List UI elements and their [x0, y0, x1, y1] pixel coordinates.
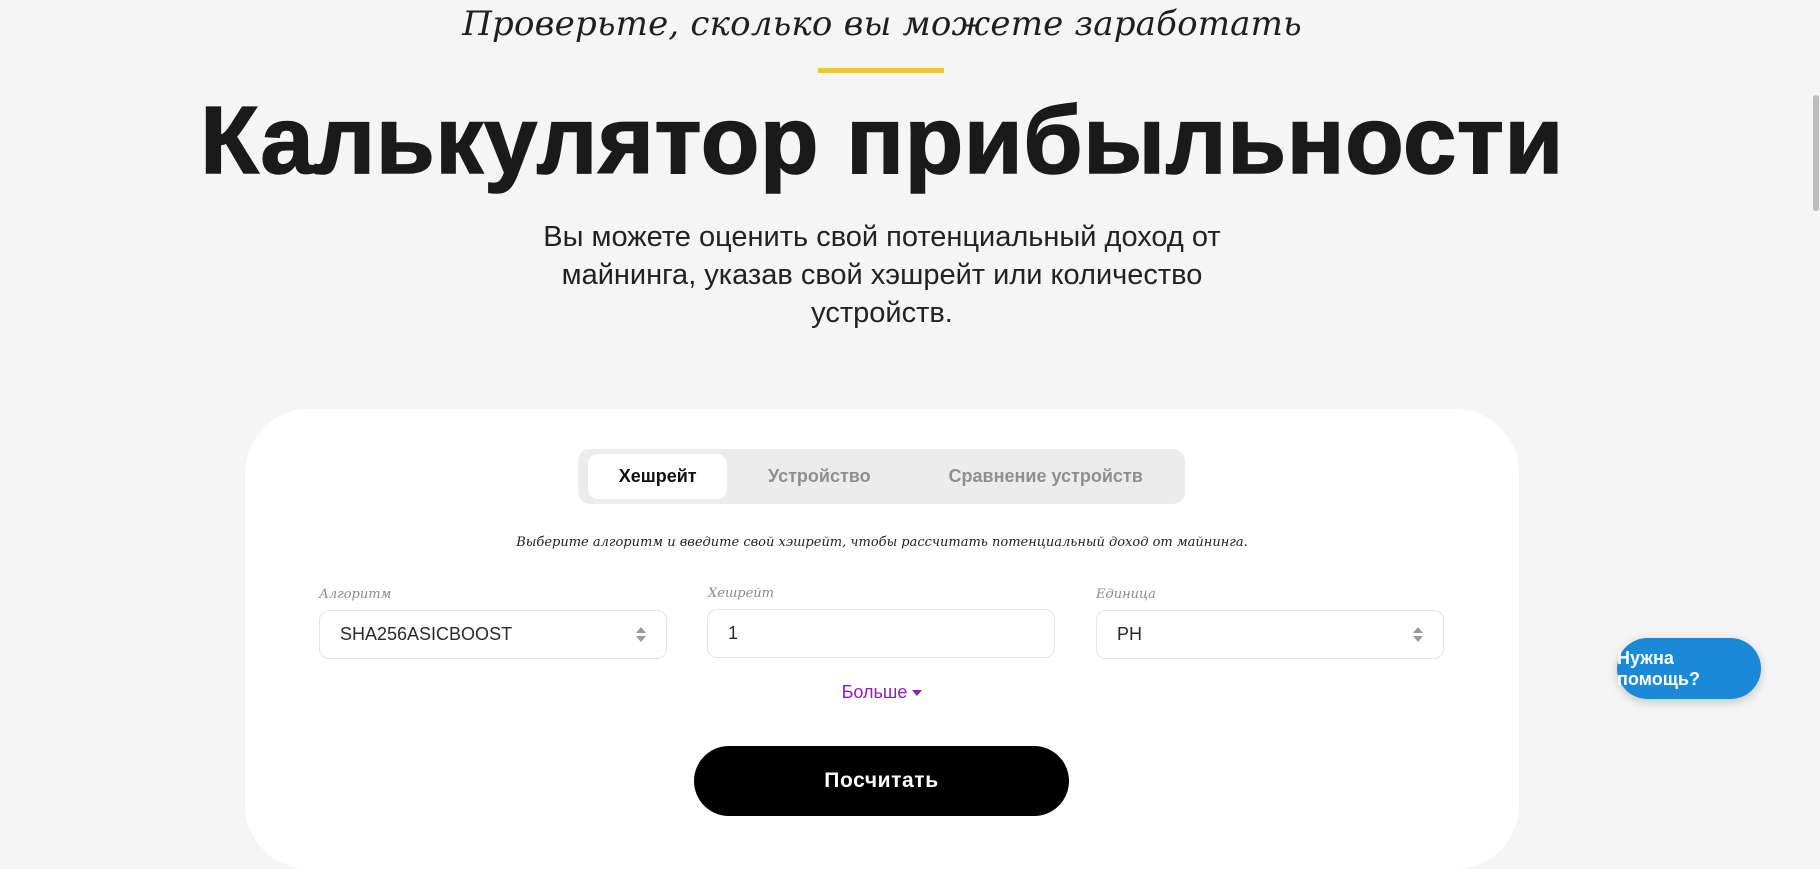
unit-label: Единица — [1096, 587, 1156, 602]
select-arrows-icon — [1413, 627, 1423, 642]
calculator-tabs: Хешрейт Устройство Сравнение устройств — [578, 449, 1185, 504]
algorithm-label: Алгоритм — [319, 587, 392, 602]
accent-divider — [818, 68, 944, 73]
page-title: Калькулятор прибыльности — [199, 86, 1564, 195]
tab-hashrate[interactable]: Хешрейт — [588, 454, 728, 499]
calculator-card: Хешрейт Устройство Сравнение устройств В… — [245, 409, 1519, 869]
caret-down-icon — [912, 690, 923, 697]
calculator-hint: Выберите алгоритм и введите свой хэшрейт… — [516, 535, 1248, 550]
tab-device[interactable]: Устройство — [727, 454, 911, 499]
hashrate-input[interactable]: 1 — [707, 609, 1055, 658]
tab-device-comparison[interactable]: Сравнение устройств — [911, 454, 1180, 499]
more-options-link[interactable]: Больше — [245, 682, 1519, 703]
hashrate-label: Хешрейт — [708, 586, 774, 601]
unit-value: PH — [1117, 624, 1143, 644]
select-arrows-icon — [636, 627, 646, 642]
hero-eyebrow: Проверьте, сколько вы можете заработать — [462, 4, 1302, 44]
unit-select[interactable]: PH — [1096, 610, 1444, 659]
page-scrollbar[interactable] — [1813, 95, 1819, 211]
algorithm-select[interactable]: SHA256ASICBOOST — [319, 610, 667, 659]
page-subtitle: Вы можете оценить свой потенциальный дох… — [543, 221, 1221, 329]
help-chat-button[interactable]: Нужна помощь? — [1617, 638, 1761, 699]
page: Проверьте, сколько вы можете заработать … — [0, 0, 1820, 869]
hashrate-value: 1 — [728, 623, 739, 643]
algorithm-value: SHA256ASICBOOST — [340, 624, 513, 644]
calculate-button[interactable]: Посчитать — [694, 746, 1069, 816]
more-label: Больше — [841, 682, 908, 702]
